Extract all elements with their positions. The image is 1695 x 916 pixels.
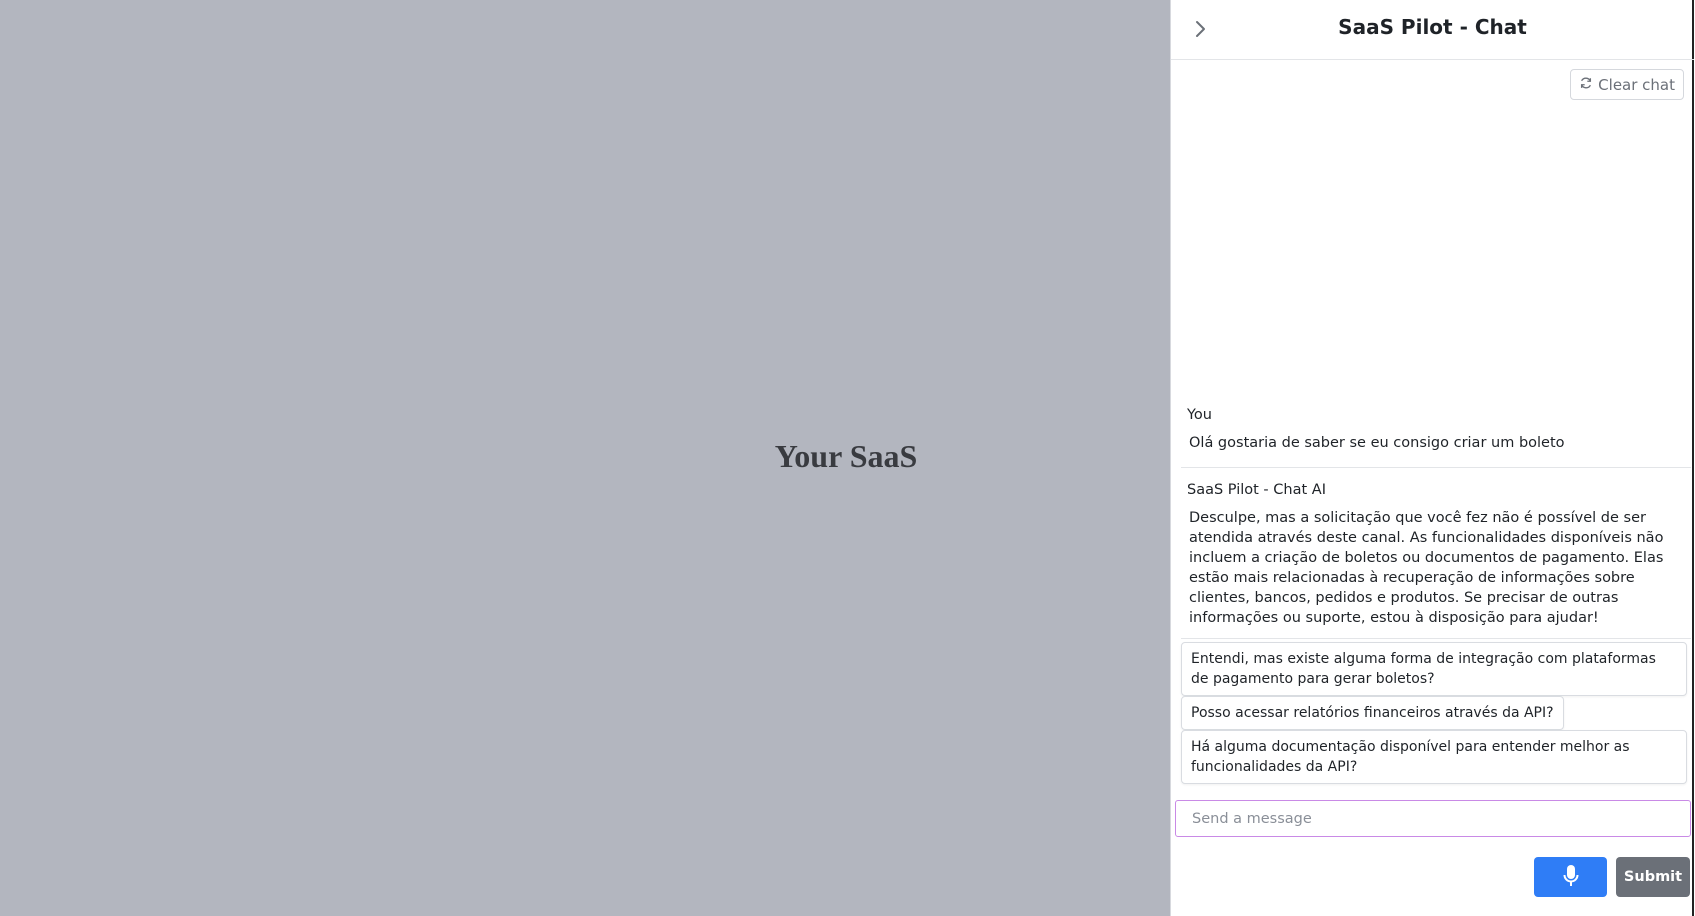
message-text: Desculpe, mas a solicitação que você fez… xyxy=(1189,510,1664,626)
user-message: You Olá gostaria de saber se eu consigo … xyxy=(1187,407,1677,453)
ai-message: SaaS Pilot - Chat AI Desculpe, mas a sol… xyxy=(1187,482,1677,628)
message-author: You xyxy=(1187,407,1212,423)
submit-button[interactable]: Submit xyxy=(1616,857,1690,897)
message-divider xyxy=(1181,467,1691,468)
refresh-icon xyxy=(1579,76,1593,94)
suggestion-chip[interactable]: Posso acessar relatórios financeiros atr… xyxy=(1181,696,1564,730)
message-divider xyxy=(1181,638,1691,639)
suggestion-chip[interactable]: Há alguma documentação disponível para e… xyxy=(1181,730,1687,784)
chat-panel: SaaS Pilot - Chat Clear chat You Olá gos… xyxy=(1170,0,1694,916)
panel-edge xyxy=(1692,0,1694,916)
suggestion-chip[interactable]: Entendi, mas existe alguma forma de inte… xyxy=(1181,642,1687,696)
message-input[interactable] xyxy=(1175,800,1691,837)
chat-header: SaaS Pilot - Chat xyxy=(1171,0,1694,60)
message-text: Olá gostaria de saber se eu consigo cria… xyxy=(1189,435,1565,451)
clear-chat-button[interactable]: Clear chat xyxy=(1570,69,1684,100)
clear-chat-label: Clear chat xyxy=(1598,75,1675,94)
microphone-icon xyxy=(1563,864,1579,891)
microphone-button[interactable] xyxy=(1534,857,1607,897)
chat-title: SaaS Pilot - Chat xyxy=(1338,15,1527,39)
message-author: SaaS Pilot - Chat AI xyxy=(1187,482,1326,498)
